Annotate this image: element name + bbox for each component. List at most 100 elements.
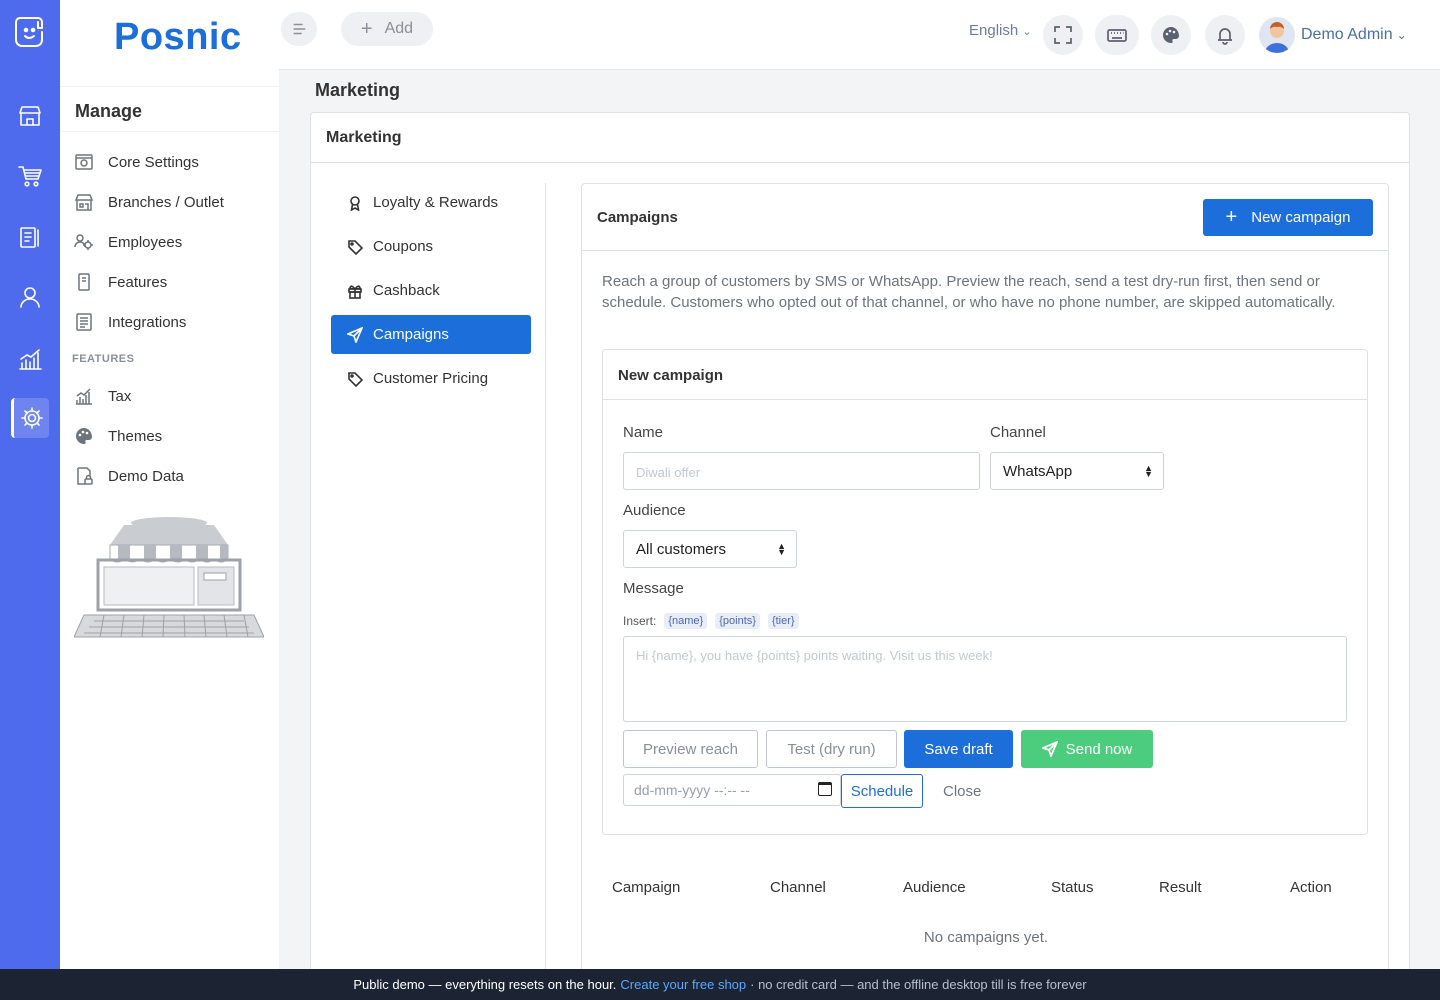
palette-icon: [1163, 27, 1179, 43]
send-icon: [1041, 741, 1058, 757]
avatar: [1259, 17, 1295, 53]
sidebar-item-employees[interactable]: Employees: [74, 228, 182, 256]
keyboard-shortcuts-button[interactable]: [1095, 15, 1139, 55]
subnav-item-label: Cashback: [373, 282, 440, 299]
fullscreen-button[interactable]: [1043, 15, 1083, 55]
calendar-icon[interactable]: [818, 782, 832, 796]
subnav-item-label: Loyalty & Rewards: [373, 194, 499, 211]
subnav-item-coupons[interactable]: Coupons: [331, 227, 531, 266]
preview-reach-button[interactable]: Preview reach: [623, 730, 758, 768]
create-shop-link[interactable]: Create your free shop: [620, 977, 746, 992]
audience-select[interactable]: All customers ▲ ▼: [623, 530, 797, 568]
rail-cart-button[interactable]: [11, 156, 49, 196]
palette-icon: [76, 428, 92, 444]
add-button[interactable]: + Add: [341, 12, 433, 46]
language-select[interactable]: English ⌄: [969, 22, 1032, 39]
lock-file-icon: [77, 467, 93, 485]
campaigns-panel: Campaigns + New campaign Reach a group o…: [581, 183, 1389, 983]
store-icon: [19, 106, 41, 126]
sidebar-item-branches[interactable]: Branches / Outlet: [74, 188, 224, 216]
tag-icon: [348, 371, 363, 387]
subnav-item-campaigns[interactable]: Campaigns: [331, 315, 531, 354]
subnav-item-label: Coupons: [373, 238, 434, 255]
user-icon: [20, 287, 40, 308]
form-title: New campaign: [603, 350, 1367, 400]
sidebar-item-label: Core Settings: [108, 153, 199, 171]
demo-footer-banner: Public demo — everything resets on the h…: [0, 969, 1440, 1000]
footer-rest: · no credit card — and the offline deskt…: [750, 977, 1087, 992]
message-textarea[interactable]: Hi {name}, you have {points} points wait…: [623, 636, 1347, 722]
sidebar-item-label: Tax: [108, 387, 132, 405]
rail-reports-button[interactable]: [11, 339, 49, 379]
table-header-status: Status: [1051, 879, 1094, 896]
sidebar-item-label: Employees: [108, 233, 183, 251]
notifications-button[interactable]: [1205, 15, 1245, 55]
insert-label: Insert:: [623, 614, 657, 628]
close-link[interactable]: Close: [943, 783, 981, 800]
table-header-channel: Channel: [770, 879, 826, 896]
table-header-action: Action: [1290, 879, 1332, 896]
tag-icon: [348, 239, 363, 255]
channel-value: WhatsApp: [1003, 463, 1073, 480]
insert-tokens: Insert: {name} {points} {tier}: [623, 613, 799, 629]
list-icon: [76, 313, 92, 331]
token-name[interactable]: {name}: [664, 613, 708, 629]
plus-icon: +: [1225, 206, 1238, 228]
top-bar: + Add English ⌄ Demo Admin ⌄: [279, 0, 1440, 70]
brand-logo[interactable]: Posnic: [114, 16, 242, 59]
rail-store-button[interactable]: [11, 96, 49, 136]
logo-icon[interactable]: [10, 12, 50, 52]
subnav-item-label: Campaigns: [373, 326, 449, 343]
name-input[interactable]: Diwali offer: [623, 452, 980, 490]
sidebar-item-label: Demo Data: [108, 467, 184, 485]
token-points[interactable]: {points}: [715, 613, 760, 629]
tax-chart-icon: [76, 388, 92, 405]
token-tier[interactable]: {tier}: [767, 613, 799, 629]
subnav-item-cashback[interactable]: Cashback: [331, 271, 531, 310]
sidebar-item-label: Branches / Outlet: [108, 193, 224, 211]
sidebar-item-label: Themes: [108, 427, 163, 445]
rail-customers-button[interactable]: [11, 277, 49, 317]
select-caret-icon: ▲ ▼: [1144, 463, 1153, 479]
settings-sidebar: Posnic Manage Core Settings Branches / O…: [60, 0, 279, 969]
schedule-button[interactable]: Schedule: [841, 774, 923, 808]
sidebar-item-features[interactable]: Features: [74, 268, 167, 296]
sidebar-item-themes[interactable]: Themes: [74, 422, 162, 450]
settings-icon: [20, 407, 43, 429]
sidebar-item-integrations[interactable]: Integrations: [74, 308, 186, 336]
user-menu[interactable]: Demo Admin ⌄: [1259, 17, 1407, 53]
settings-gear-icon: [75, 154, 93, 170]
language-label: English: [969, 22, 1019, 39]
rail-settings-button[interactable]: [11, 398, 49, 438]
channel-select[interactable]: WhatsApp ▲ ▼: [990, 452, 1164, 490]
device-icon: [78, 273, 90, 291]
sidebar-toggle-button[interactable]: [281, 12, 317, 46]
menu-icon: [293, 23, 306, 35]
new-campaign-button[interactable]: + New campaign: [1203, 199, 1373, 236]
bell-icon: [1218, 28, 1232, 45]
sidebar-item-tax[interactable]: Tax: [74, 382, 131, 410]
theme-button[interactable]: [1151, 15, 1191, 55]
schedule-datetime-input[interactable]: dd-mm-yyyy --:-- --: [623, 774, 841, 806]
plus-icon: +: [360, 17, 373, 40]
sidebar-item-label: Integrations: [108, 313, 187, 331]
subnav-item-customer-pricing[interactable]: Customer Pricing: [331, 359, 531, 398]
send-now-button[interactable]: Send now: [1021, 730, 1153, 768]
sidebar-item-core-settings[interactable]: Core Settings: [74, 148, 199, 176]
rail-orders-button[interactable]: [11, 217, 49, 257]
send-icon: [347, 326, 363, 343]
test-dry-run-button[interactable]: Test (dry run): [766, 730, 897, 768]
campaigns-description: Reach a group of customers by SMS or Wha…: [602, 273, 1336, 311]
save-draft-button[interactable]: Save draft: [904, 730, 1013, 768]
card-title: Marketing: [311, 113, 1409, 163]
chart-icon: [19, 349, 42, 370]
keyboard-icon: [1107, 29, 1127, 42]
award-icon: [350, 195, 360, 211]
new-campaign-form: New campaign Name Diwali offer Channel W…: [602, 349, 1368, 835]
campaigns-header: Campaigns + New campaign: [582, 184, 1388, 251]
cart-icon: [18, 166, 42, 187]
sidebar-item-demo-data[interactable]: Demo Data: [74, 462, 184, 490]
send-now-label: Send now: [1065, 740, 1133, 758]
subnav-item-loyalty[interactable]: Loyalty & Rewards: [331, 183, 531, 222]
marketing-card: Marketing Loyalty & Rewards Coupons Cash…: [310, 112, 1410, 983]
